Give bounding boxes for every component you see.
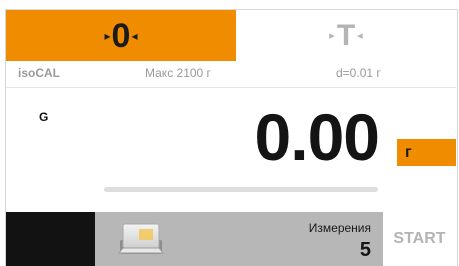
calibration-mode: isoCAL — [18, 66, 60, 80]
document-folder-icon — [117, 223, 165, 254]
application-panel[interactable]: Измерения 5 — [95, 212, 383, 266]
menu-button[interactable] — [6, 212, 95, 266]
max-capacity: Макс 2100 г — [145, 66, 211, 80]
zero-button[interactable]: ▸ 0 ◂ — [6, 10, 236, 61]
zero-label: 0 — [111, 16, 131, 55]
left-pointer-icon: ◂ — [131, 28, 138, 43]
start-button[interactable]: START — [383, 212, 456, 266]
info-divider — [6, 87, 456, 88]
right-pointer-icon: ▸ — [329, 30, 335, 42]
bottom-bar: Измерения 5 START — [6, 212, 456, 266]
unit-selector[interactable]: г — [397, 139, 456, 166]
unit-label: г — [405, 143, 412, 161]
measurements-count: 5 — [359, 239, 371, 261]
tare-label: T — [336, 18, 356, 52]
measurements-label: Измерения — [308, 221, 371, 235]
gross-indicator: G — [39, 110, 49, 124]
right-pointer-icon: ▸ — [104, 28, 111, 43]
weight-readout: 0.00 — [254, 100, 380, 174]
capacity-bar — [104, 187, 378, 192]
left-pointer-icon: ◂ — [357, 30, 363, 42]
tare-button[interactable]: ▸ T ◂ — [236, 10, 456, 61]
readability: d=0.01 г — [336, 66, 381, 80]
start-label: START — [393, 230, 446, 247]
